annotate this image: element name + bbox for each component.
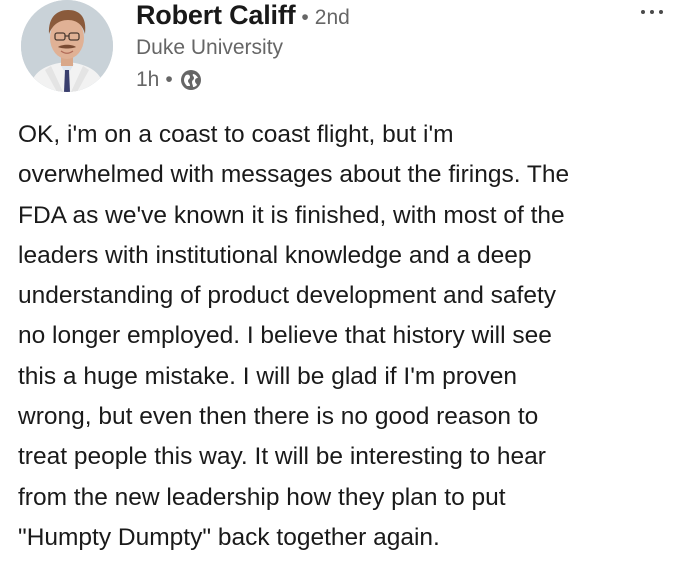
menu-dot — [650, 10, 654, 14]
connection-degree: • 2nd — [301, 6, 349, 30]
meta-separator: • — [165, 68, 173, 91]
post-meta: 1h • — [136, 66, 202, 94]
menu-dot — [641, 10, 645, 14]
linkedin-post: Robert Califf • 2nd Duke University 1h • … — [0, 0, 690, 573]
degree-separator: • — [301, 6, 309, 29]
degree-label: 2nd — [314, 6, 350, 29]
more-horizontal-icon[interactable] — [632, 4, 672, 20]
avatar-photo — [21, 0, 113, 92]
author-headline: Duke University — [136, 36, 284, 59]
post-time: 1h — [136, 68, 160, 91]
author-avatar[interactable] — [21, 0, 113, 92]
globe-icon — [180, 69, 202, 91]
author-row: Robert Califf • 2nd — [136, 0, 350, 34]
post-body-text: OK, i'm on a coast to coast flight, but … — [18, 121, 570, 551]
menu-dot — [659, 10, 663, 14]
author-name[interactable]: Robert Califf — [136, 0, 296, 31]
